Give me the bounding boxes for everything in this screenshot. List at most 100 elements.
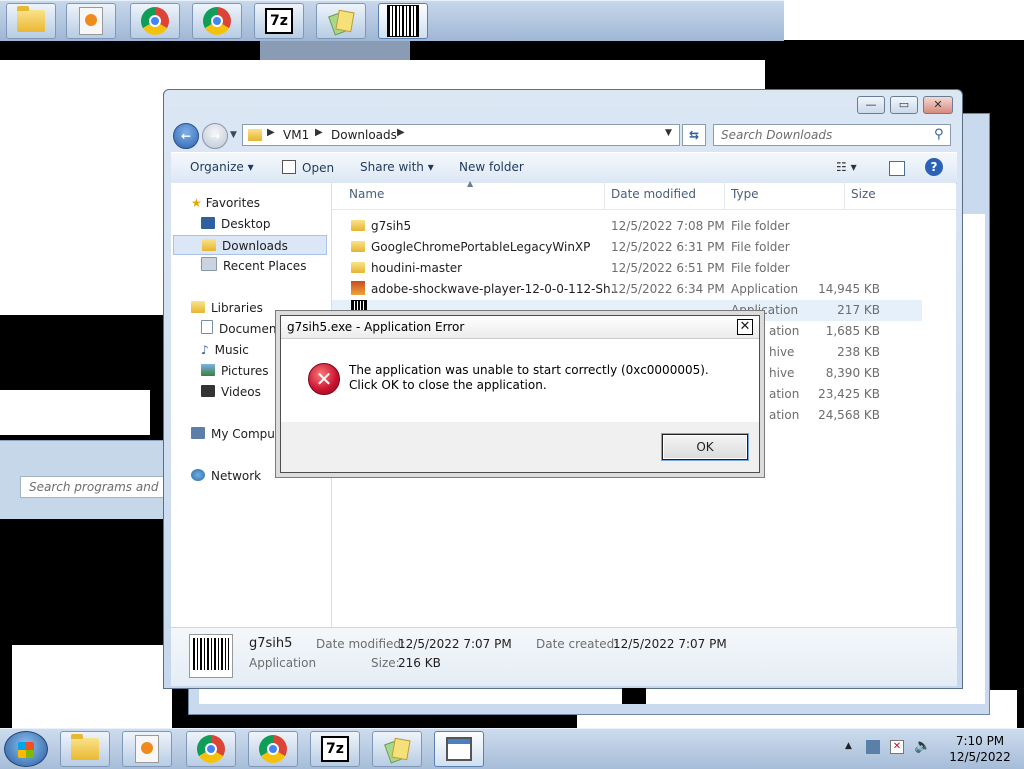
table-row[interactable]: adobe-shockwave-player-12-0-0-112-Sh... …	[332, 279, 922, 300]
action-center-icon[interactable]: ✕	[890, 740, 904, 754]
taskbar-7zip-button[interactable]: 7z	[254, 3, 304, 39]
address-folder-icon	[248, 129, 262, 141]
organize-menu[interactable]: Organize ▾	[190, 160, 254, 174]
barcode-app-icon	[387, 5, 419, 37]
taskbar-chrome-button-2[interactable]	[192, 3, 242, 39]
address-dropdown-icon[interactable]: ▼	[665, 128, 672, 138]
file-type: File folder	[731, 261, 790, 275]
open-icon	[282, 160, 296, 174]
details-date-modified-value: 12/5/2022 7:07 PM	[398, 637, 512, 651]
close-window-button[interactable]: ✕	[923, 96, 953, 114]
taskbar-explorer-button[interactable]	[60, 731, 110, 767]
desktop-icon	[201, 217, 215, 229]
taskbar-error-window-button[interactable]	[434, 731, 484, 767]
nav-recent-places[interactable]: Recent Places	[201, 256, 306, 276]
desktop-artifact-white-3	[12, 645, 172, 730]
file-size: 217 KB	[837, 303, 880, 317]
nav-network[interactable]: Network	[191, 466, 261, 486]
network-tray-icon[interactable]	[866, 740, 880, 754]
clock-time: 7:10 PM	[955, 734, 1005, 748]
application-error-dialog: g7sih5.exe - Application Error ✕ ✕ The a…	[280, 315, 760, 473]
file-size: 238 KB	[837, 345, 880, 359]
chrome-icon	[197, 735, 225, 763]
address-bar[interactable]: ▶ VM1 ▶ Downloads ▶ ▼	[242, 124, 680, 146]
taskbar-pages-button[interactable]	[316, 3, 366, 39]
view-options-icon[interactable]: ☷ ▾	[836, 160, 857, 174]
file-type: Application	[731, 282, 799, 296]
dialog-close-button[interactable]: ✕	[737, 319, 753, 335]
table-row[interactable]: houdini-master 12/5/2022 6:51 PM File fo…	[332, 258, 922, 279]
search-placeholder: Search Downloads	[721, 128, 833, 142]
nav-pictures[interactable]: Pictures	[201, 361, 269, 381]
nav-my-computer[interactable]: My Comput	[191, 424, 280, 444]
address-segment-vm1[interactable]: VM1	[283, 128, 309, 142]
start-button[interactable]	[4, 731, 48, 767]
dialog-body: ✕ The application was unable to start co…	[281, 339, 759, 422]
details-size-value: 216 KB	[398, 656, 441, 670]
address-segment-downloads[interactable]: Downloads	[331, 128, 397, 142]
maximize-button[interactable]: ▭	[890, 96, 918, 114]
taskbar-chrome-button-2[interactable]	[248, 731, 298, 767]
taskbar-barcode-button[interactable]	[378, 3, 428, 39]
help-icon[interactable]: ?	[925, 158, 943, 176]
window-icon	[446, 737, 472, 761]
share-with-menu[interactable]: Share with ▾	[360, 160, 434, 174]
search-icon[interactable]: ⚲	[934, 127, 944, 142]
column-type[interactable]: Type	[731, 187, 759, 201]
file-size: 1,685 KB	[825, 324, 880, 338]
start-search-input[interactable]: Search programs and files	[20, 476, 170, 498]
top-taskbar: 7z	[0, 0, 784, 41]
file-type: File folder	[731, 240, 790, 254]
taskbar-media-button[interactable]	[122, 731, 172, 767]
column-date-modified[interactable]: Date modified	[611, 187, 696, 201]
forward-button[interactable]: →	[202, 123, 228, 149]
show-hidden-icons-button[interactable]: ▲	[845, 741, 852, 751]
column-size[interactable]: Size	[851, 187, 876, 201]
taskbar-media-button[interactable]	[66, 3, 116, 39]
pages-icon	[329, 9, 353, 33]
pictures-icon	[201, 364, 215, 376]
7zip-icon: 7z	[321, 736, 349, 762]
nav-music[interactable]: ♪ Music	[201, 340, 249, 360]
volume-icon[interactable]: 🔈	[914, 738, 931, 754]
start-menu-fragment: Search programs and files	[0, 440, 170, 519]
folder-icon	[351, 241, 365, 252]
details-barcode-icon	[189, 634, 233, 678]
nav-favorites[interactable]: ★ Favorites	[191, 193, 260, 213]
nav-desktop[interactable]: Desktop	[201, 214, 271, 234]
back-button[interactable]: ←	[173, 123, 199, 149]
network-icon	[191, 469, 205, 481]
search-input[interactable]: Search Downloads ⚲	[713, 124, 951, 146]
chrome-icon	[259, 735, 287, 763]
libraries-icon	[191, 301, 205, 313]
taskbar-pages-button[interactable]	[372, 731, 422, 767]
table-row[interactable]: GoogleChromePortableLegacyWinXP 12/5/202…	[332, 237, 922, 258]
taskbar-explorer-button[interactable]	[6, 3, 56, 39]
shockwave-installer-icon	[351, 281, 365, 295]
details-date-created-label: Date created:	[536, 637, 619, 651]
windows-logo-icon	[18, 742, 34, 758]
taskbar-chrome-button-1[interactable]	[186, 731, 236, 767]
open-button[interactable]: Open	[282, 160, 334, 175]
nav-videos[interactable]: Videos	[201, 382, 261, 402]
file-date: 12/5/2022 6:51 PM	[611, 261, 725, 275]
column-name[interactable]: Name	[349, 187, 384, 201]
nav-documents[interactable]: Documen	[201, 319, 276, 339]
preview-pane-icon[interactable]	[889, 161, 905, 176]
recent-pages-dropdown[interactable]: ▼	[230, 130, 237, 140]
new-folder-button[interactable]: New folder	[459, 160, 524, 174]
table-row[interactable]: g7sih5 12/5/2022 7:08 PM File folder	[332, 216, 922, 237]
nav-downloads[interactable]: Downloads	[173, 235, 327, 255]
clock[interactable]: 7:10 PM 12/5/2022	[940, 733, 1020, 765]
ok-button[interactable]: OK	[662, 434, 748, 460]
star-icon: ★	[191, 196, 202, 210]
nav-libraries[interactable]: Libraries	[191, 298, 263, 318]
refresh-button[interactable]: ⇆	[682, 124, 706, 146]
taskbar-7zip-button[interactable]: 7z	[310, 731, 360, 767]
details-date-created-value: 12/5/2022 7:07 PM	[613, 637, 727, 651]
file-type: hive	[769, 345, 795, 359]
minimize-button[interactable]: —	[857, 96, 885, 114]
column-header-row: Name ▲ Date modified Type Size	[332, 179, 956, 210]
clock-date: 12/5/2022	[949, 750, 1011, 764]
taskbar-chrome-button-1[interactable]	[130, 3, 180, 39]
